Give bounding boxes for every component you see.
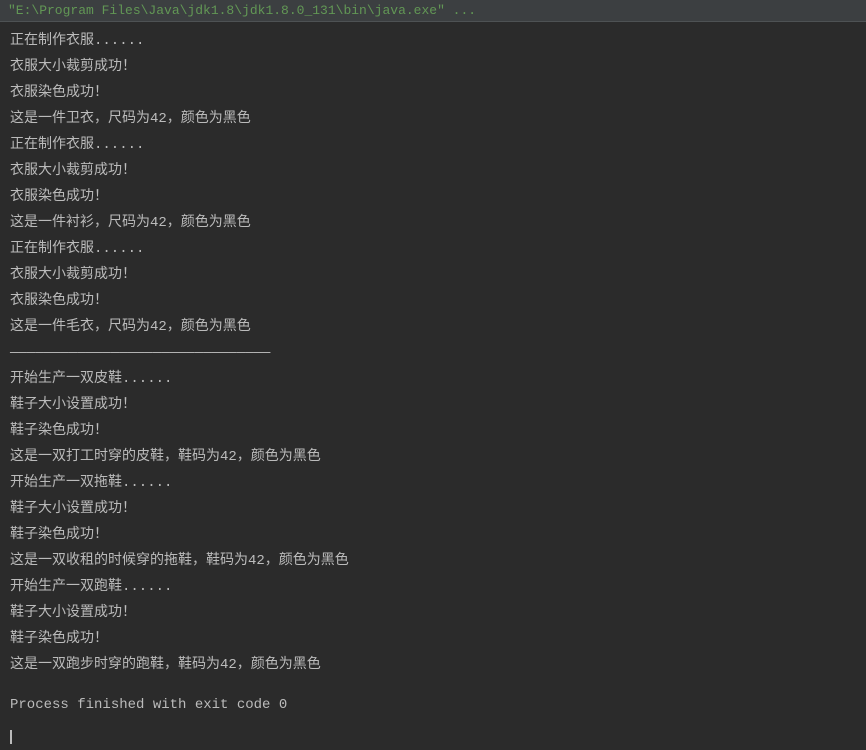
output-line: 这是一双跑步时穿的跑鞋，鞋码为42，颜色为黑色 bbox=[10, 652, 856, 678]
output-line: 鞋子大小设置成功！ bbox=[10, 496, 856, 522]
cursor-line bbox=[10, 718, 856, 744]
output-line: 这是一件卫衣，尺码为42，颜色为黑色 bbox=[10, 106, 856, 132]
output-line: ——————————————————————————————— bbox=[10, 340, 856, 366]
output-line: 衣服大小裁剪成功！ bbox=[10, 158, 856, 184]
output-line: 这是一件衬衫，尺码为42，颜色为黑色 bbox=[10, 210, 856, 236]
output-line: 衣服大小裁剪成功！ bbox=[10, 54, 856, 80]
output-line: 这是一件毛衣，尺码为42，颜色为黑色 bbox=[10, 314, 856, 340]
console-container: "E:\Program Files\Java\jdk1.8\jdk1.8.0_1… bbox=[0, 0, 866, 744]
output-line: 鞋子染色成功！ bbox=[10, 522, 856, 548]
console-header: "E:\Program Files\Java\jdk1.8\jdk1.8.0_1… bbox=[0, 0, 866, 22]
console-output-area[interactable]: 正在制作衣服......衣服大小裁剪成功！衣服染色成功！这是一件卫衣，尺码为42… bbox=[0, 22, 866, 750]
output-line: 正在制作衣服...... bbox=[10, 132, 856, 158]
output-line: 鞋子大小设置成功！ bbox=[10, 392, 856, 418]
java-command: "E:\Program Files\Java\jdk1.8\jdk1.8.0_1… bbox=[8, 3, 476, 18]
output-line: 这是一双打工时穿的皮鞋，鞋码为42，颜色为黑色 bbox=[10, 444, 856, 470]
output-line: 鞋子染色成功！ bbox=[10, 418, 856, 444]
text-cursor bbox=[10, 730, 12, 744]
output-line: 开始生产一双皮鞋...... bbox=[10, 366, 856, 392]
output-line: 开始生产一双跑鞋...... bbox=[10, 574, 856, 600]
output-line: 鞋子染色成功！ bbox=[10, 626, 856, 652]
output-line: 正在制作衣服...... bbox=[10, 28, 856, 54]
output-line: 这是一双收租的时候穿的拖鞋，鞋码为42，颜色为黑色 bbox=[10, 548, 856, 574]
output-line: 衣服染色成功！ bbox=[10, 288, 856, 314]
output-lines-container: 正在制作衣服......衣服大小裁剪成功！衣服染色成功！这是一件卫衣，尺码为42… bbox=[10, 28, 856, 678]
output-line: 衣服染色成功！ bbox=[10, 184, 856, 210]
output-line: 衣服大小裁剪成功！ bbox=[10, 262, 856, 288]
output-line: 衣服染色成功！ bbox=[10, 80, 856, 106]
output-line: 鞋子大小设置成功！ bbox=[10, 600, 856, 626]
output-line: 开始生产一双拖鞋...... bbox=[10, 470, 856, 496]
output-line: 正在制作衣服...... bbox=[10, 236, 856, 262]
process-exit-message: Process finished with exit code 0 bbox=[10, 692, 856, 718]
